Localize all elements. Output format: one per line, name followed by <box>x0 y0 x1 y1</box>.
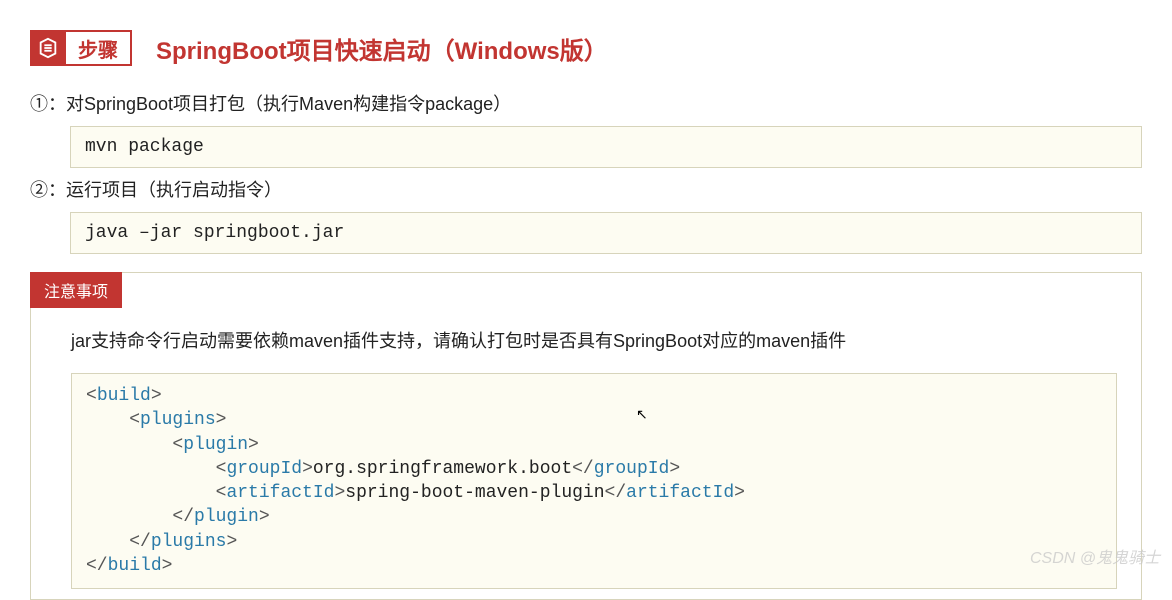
list-icon <box>30 30 66 66</box>
step-2-label: ②：运行项目（执行启动指令） <box>30 176 1142 202</box>
header-badge: 步骤 <box>30 30 132 66</box>
notice-badge: 注意事项 <box>30 272 122 308</box>
notice-text: jar支持命令行启动需要依赖maven插件支持，请确认打包时是否具有Spring… <box>71 327 1117 353</box>
step-1: ①：对SpringBoot项目打包（执行Maven构建指令package） mv… <box>30 90 1142 168</box>
step-2-code: java –jar springboot.jar <box>70 212 1142 254</box>
section-header: 步骤 SpringBoot项目快速启动（Windows版） <box>30 30 1142 66</box>
page-title: SpringBoot项目快速启动（Windows版） <box>156 31 608 66</box>
notice-content: jar支持命令行启动需要依赖maven插件支持，请确认打包时是否具有Spring… <box>31 309 1141 599</box>
watermark: CSDN @鬼鬼骑士 <box>1030 544 1160 568</box>
xml-code-block: <build> <plugins> <plugin> <groupId>org.… <box>71 373 1117 589</box>
step-1-label: ①：对SpringBoot项目打包（执行Maven构建指令package） <box>30 90 1142 116</box>
step-1-code: mvn package <box>70 126 1142 168</box>
notice-box: 注意事项 jar支持命令行启动需要依赖maven插件支持，请确认打包时是否具有S… <box>30 272 1142 600</box>
header-badge-label: 步骤 <box>66 34 118 63</box>
step-2: ②：运行项目（执行启动指令） java –jar springboot.jar <box>30 176 1142 254</box>
